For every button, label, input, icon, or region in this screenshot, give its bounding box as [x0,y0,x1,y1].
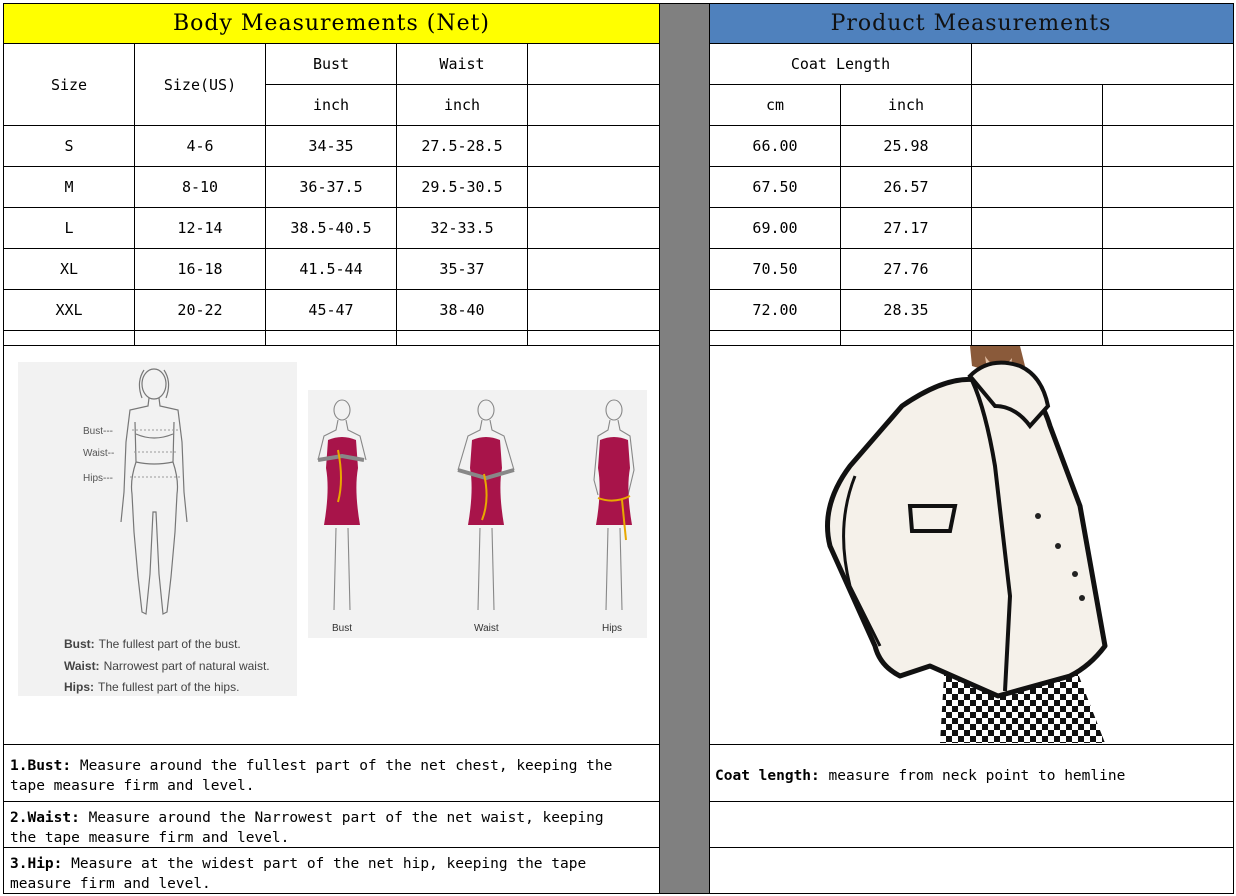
def-hips-term: Hips: [64,680,94,694]
size-us-cell: 8-10 [181,178,219,196]
body-outline-figure: Bust--- Waist-- Hips--- Bust: The fullest… [64,368,270,694]
def-waist-term: Waist: [64,659,100,673]
note-bust-line2: tape measure firm and level. [10,778,255,794]
coat-inch-cell: 27.17 [883,219,929,237]
note-coat-length: Coat length: measure from neck point to … [709,764,1233,794]
col-header-bust: Bust [312,55,350,73]
size-cell: S [64,137,74,155]
def-hips-text: The fullest part of the hips. [98,680,239,694]
coat-cm-cell: 66.00 [752,137,798,155]
bust-cell: 45-47 [308,301,354,319]
dress-figures: Bust Waist Hips [317,399,635,634]
bust-cell: 34-35 [308,137,354,155]
waist-figure: Waist [457,399,515,634]
label-bust: Bust--- [83,426,113,437]
coat-inch-cell: 25.98 [883,137,929,155]
coat-cm-cell: 69.00 [752,219,798,237]
coat-cm-cell: 72.00 [752,301,798,319]
dress-measure-diagram: Bust Waist Hips [308,390,647,638]
size-us-cell: 16-18 [177,260,223,278]
product-measurements-title: Product Measurements [830,10,1112,36]
coat-inch-cell: 28.35 [883,301,929,319]
body-outline-diagram: Bust--- Waist-- Hips--- Bust: The fullest… [18,362,297,696]
waist-cell: 38-40 [439,301,485,319]
note-waist-term: 2.Waist: [10,810,80,826]
bust-cell: 38.5-40.5 [290,219,372,237]
coat-inch-cell: 27.76 [883,260,929,278]
hips-figure: Hips [593,399,635,634]
coat-product-image [820,346,1110,743]
note-bust-line1: Measure around the fullest part of the n… [79,758,613,774]
waist-cell: 32-33.5 [430,219,494,237]
col-header-waist: Waist [439,55,485,73]
label-waist: Waist-- [83,448,114,459]
svg-text:Hips:The fullest part of the h: Hips: The fullest part of the hips. [64,680,239,694]
size-us-cell: 20-22 [177,301,223,319]
note-hip-line2: measure firm and level. [10,876,211,892]
def-bust-term: Bust: [64,637,95,651]
body-measurements-title: Body Measurements (Net) [172,10,491,36]
note-hip-line1: Measure at the widest part of the net hi… [71,856,587,872]
note-bust: 1.Bust: Measure around the fullest part … [4,754,659,801]
note-hip-term: 3.Hip: [10,856,63,872]
unit-inch: inch [887,96,925,114]
size-us-cell: 4-6 [186,137,214,155]
coat-cm-cell: 70.50 [752,260,798,278]
coat-illustration [825,346,1110,743]
bust-figure: Bust [317,399,367,634]
unit-waist: inch [443,96,481,114]
bust-cell: 36-37.5 [299,178,363,196]
bust-cell: 41.5-44 [299,260,363,278]
def-waist-text: Narrowest part of natural waist. [104,659,270,673]
note-coat-text: measure from neck point to hemline [828,768,1126,784]
waist-cell: 27.5-28.5 [421,137,503,155]
waist-cell: 35-37 [439,260,485,278]
fig-label-waist: Waist [474,623,499,634]
note-waist-line2: the tape measure firm and level. [10,830,290,846]
svg-text:Waist:Narrowest part of natura: Waist: Narrowest part of natural waist. [64,659,270,673]
def-bust-text: The fullest part of the bust. [99,637,241,651]
svg-text:Bust:The fullest part of the b: Bust: The fullest part of the bust. [64,637,241,651]
coat-inch-cell: 26.57 [883,178,929,196]
fig-label-hips: Hips [602,623,622,634]
note-bust-term: 1.Bust: [10,758,72,774]
note-waist-line1: Measure around the Narrowest part of the… [88,810,604,826]
col-header-size-us: Size(US) [163,75,237,94]
size-cell: L [64,219,74,237]
coat-cm-cell: 67.50 [752,178,798,196]
size-us-cell: 12-14 [177,219,223,237]
label-hips: Hips--- [83,473,113,484]
size-cell: XXL [55,301,83,319]
col-header-size: Size [50,75,88,94]
separator-column [659,3,709,894]
size-cell: M [64,178,74,196]
note-hip: 3.Hip: Measure at the widest part of the… [4,852,659,893]
note-waist: 2.Waist: Measure around the Narrowest pa… [4,806,659,847]
fig-label-bust: Bust [332,623,352,634]
col-header-coat-length: Coat Length [790,55,891,73]
unit-cm: cm [765,96,785,114]
note-coat-term: Coat length: [715,768,820,784]
size-cell: XL [59,260,79,278]
waist-cell: 29.5-30.5 [421,178,503,196]
unit-bust: inch [312,96,350,114]
